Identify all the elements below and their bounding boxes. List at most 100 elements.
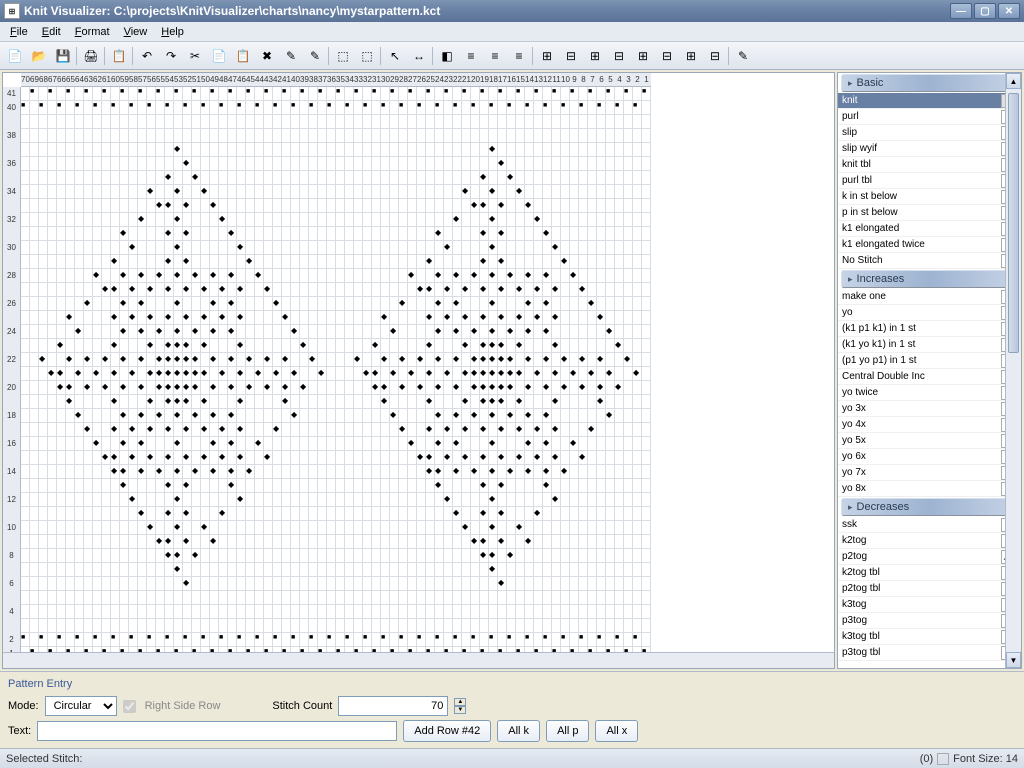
chart-cell[interactable] [390, 493, 399, 507]
chart-cell[interactable] [579, 591, 588, 605]
chart-cell[interactable] [597, 87, 606, 101]
chart-cell[interactable] [363, 563, 372, 577]
chart-cell[interactable] [156, 521, 165, 535]
chart-cell[interactable] [84, 633, 93, 647]
chart-cell[interactable] [201, 535, 210, 549]
chart-cell[interactable] [48, 479, 57, 493]
chart-cell[interactable] [165, 129, 174, 143]
chart-cell[interactable] [480, 129, 489, 143]
chart-cell[interactable] [318, 577, 327, 591]
chart-cell[interactable] [165, 367, 174, 381]
chart-cell[interactable] [606, 339, 615, 353]
chart-cell[interactable] [318, 213, 327, 227]
chart-cell[interactable] [489, 451, 498, 465]
chart-cell[interactable] [579, 283, 588, 297]
chart-cell[interactable] [264, 213, 273, 227]
chart-cell[interactable] [615, 115, 624, 129]
chart-cell[interactable] [336, 521, 345, 535]
chart-cell[interactable] [237, 465, 246, 479]
chart-cell[interactable] [30, 269, 39, 283]
toolbar-btn-34[interactable]: ⊞ [680, 45, 702, 67]
chart-cell[interactable] [561, 507, 570, 521]
chart-cell[interactable] [552, 465, 561, 479]
chart-cell[interactable] [291, 493, 300, 507]
chart-cell[interactable] [120, 297, 129, 311]
chart-cell[interactable] [435, 535, 444, 549]
chart-cell[interactable] [381, 143, 390, 157]
chart-cell[interactable] [624, 269, 633, 283]
chart-cell[interactable] [300, 157, 309, 171]
chart-cell[interactable] [318, 423, 327, 437]
chart-cell[interactable] [615, 269, 624, 283]
chart-cell[interactable] [372, 87, 381, 101]
chart-cell[interactable] [201, 101, 210, 115]
chart-cell[interactable] [417, 395, 426, 409]
chart-cell[interactable] [93, 213, 102, 227]
chart-cell[interactable] [390, 521, 399, 535]
chart-cell[interactable] [507, 563, 516, 577]
chart-cell[interactable] [192, 339, 201, 353]
chart-cell[interactable] [66, 255, 75, 269]
chart-cell[interactable] [561, 311, 570, 325]
stitch-knit-tbl[interactable]: knit tblB [838, 157, 1021, 173]
chart-cell[interactable] [381, 549, 390, 563]
chart-cell[interactable] [498, 479, 507, 493]
chart-cell[interactable] [66, 423, 75, 437]
toolbar-btn-30[interactable]: ⊞ [584, 45, 606, 67]
chart-cell[interactable] [408, 395, 417, 409]
chart-cell[interactable] [534, 493, 543, 507]
chart-cell[interactable] [561, 591, 570, 605]
chart-cell[interactable] [300, 213, 309, 227]
chart-cell[interactable] [615, 521, 624, 535]
chart-cell[interactable] [111, 521, 120, 535]
chart-cell[interactable] [633, 101, 642, 115]
chart-cell[interactable] [381, 507, 390, 521]
chart-cell[interactable] [93, 563, 102, 577]
chart-cell[interactable] [354, 87, 363, 101]
chart-cell[interactable] [147, 199, 156, 213]
chart-cell[interactable] [120, 479, 129, 493]
chart-cell[interactable] [48, 493, 57, 507]
chart-cell[interactable] [453, 479, 462, 493]
chart-cell[interactable] [309, 493, 318, 507]
chart-cell[interactable] [246, 297, 255, 311]
chart-cell[interactable] [372, 339, 381, 353]
chart-cell[interactable] [228, 409, 237, 423]
chart-cell[interactable] [381, 437, 390, 451]
chart-cell[interactable] [93, 507, 102, 521]
chart-cell[interactable] [318, 605, 327, 619]
chart-cell[interactable] [147, 507, 156, 521]
chart-cell[interactable] [507, 283, 516, 297]
chart-cell[interactable] [579, 185, 588, 199]
chart-cell[interactable] [192, 241, 201, 255]
chart-cell[interactable] [534, 325, 543, 339]
chart-cell[interactable] [435, 213, 444, 227]
text-input[interactable] [37, 721, 397, 741]
chart-cell[interactable] [318, 507, 327, 521]
toolbar-btn-21[interactable]: ↔ [408, 45, 430, 67]
chart-cell[interactable] [75, 423, 84, 437]
chart-cell[interactable] [417, 591, 426, 605]
chart-cell[interactable] [543, 535, 552, 549]
chart-cell[interactable] [498, 311, 507, 325]
chart-cell[interactable] [633, 311, 642, 325]
chart-cell[interactable] [462, 185, 471, 199]
chart-cell[interactable] [381, 199, 390, 213]
chart-cell[interactable] [480, 115, 489, 129]
chart-cell[interactable] [111, 171, 120, 185]
chart-cell[interactable] [624, 87, 633, 101]
chart-cell[interactable] [84, 423, 93, 437]
chart-cell[interactable] [633, 143, 642, 157]
chart-cell[interactable] [561, 437, 570, 451]
chart-cell[interactable] [516, 213, 525, 227]
chart-cell[interactable] [462, 339, 471, 353]
chart-cell[interactable] [66, 157, 75, 171]
chart-cell[interactable] [606, 493, 615, 507]
chart-cell[interactable] [219, 451, 228, 465]
chart-cell[interactable] [588, 563, 597, 577]
chart-cell[interactable] [525, 549, 534, 563]
chart-cell[interactable] [516, 115, 525, 129]
chart-cell[interactable] [75, 87, 84, 101]
chart-cell[interactable] [264, 563, 273, 577]
chart-cell[interactable] [93, 619, 102, 633]
